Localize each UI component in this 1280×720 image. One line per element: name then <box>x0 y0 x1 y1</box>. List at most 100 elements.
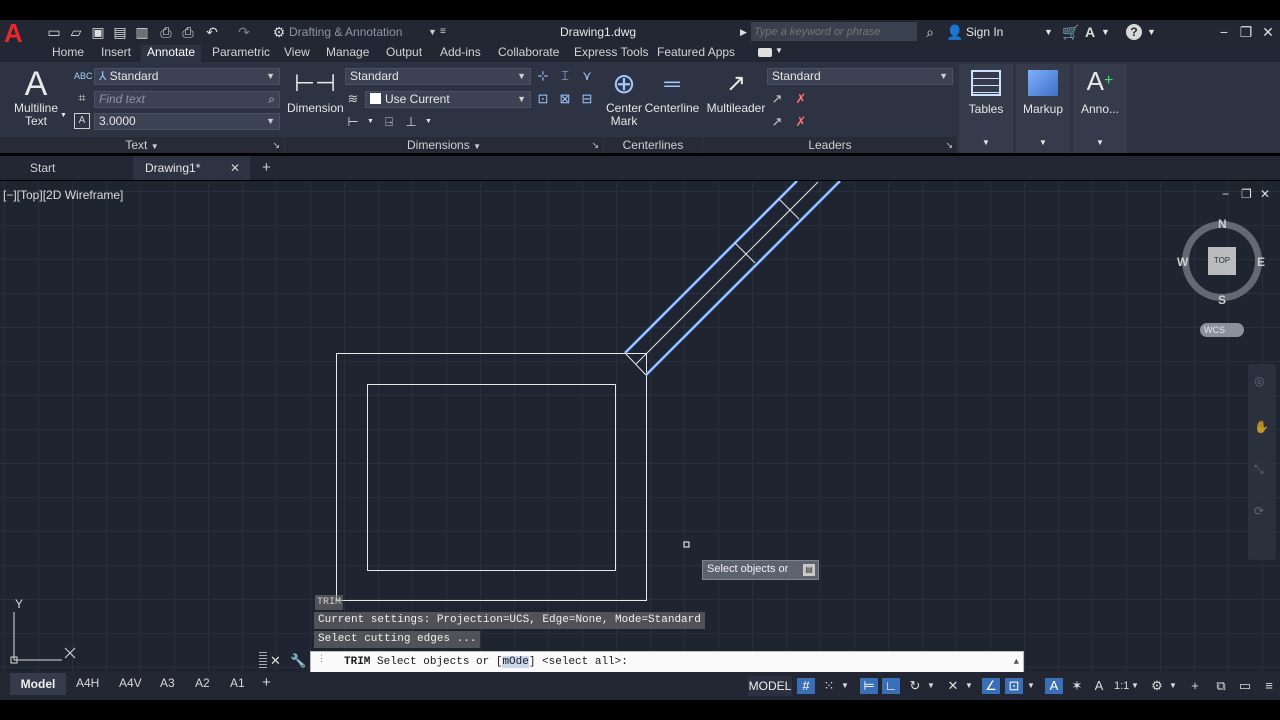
align-leader-icon[interactable]: ↗ <box>769 114 785 130</box>
minimize-icon[interactable]: − <box>1216 24 1232 40</box>
wcs-menu[interactable]: WCS <box>1200 323 1244 337</box>
find-text-field[interactable]: Find text ⌕ <box>94 91 280 108</box>
pan-hand-icon[interactable]: ✋ <box>1254 420 1269 434</box>
undo-icon[interactable]: ↶ <box>204 24 220 40</box>
steering-wheel-icon[interactable]: ◎ <box>1254 374 1264 388</box>
close-icon[interactable]: ✕ <box>1260 24 1276 40</box>
dimension-button[interactable]: ⊢⊣ Dimension <box>287 66 344 115</box>
text-height-select[interactable]: 3.0000 ▼ <box>94 113 280 130</box>
dim-tool-2-icon[interactable]: ⌶ <box>557 68 573 84</box>
save-as-icon[interactable]: ▤ <box>112 24 128 40</box>
multileader-button[interactable]: ↗ Multileader <box>705 66 767 115</box>
tab-drawing1[interactable]: Drawing1* ✕ <box>133 156 250 180</box>
dim-style-select[interactable]: Standard ▼ <box>345 68 531 85</box>
collect-leader-icon[interactable]: ✗ <box>793 114 809 130</box>
ortho-icon[interactable]: ∟ <box>882 678 900 694</box>
gear-icon[interactable]: ⚙ <box>271 24 287 40</box>
workspace-gear-icon[interactable]: ⚙ <box>1148 678 1166 694</box>
multiline-dropdown-icon[interactable]: ▼ <box>60 112 67 119</box>
restore-icon[interactable]: ❐ <box>1238 24 1254 40</box>
compass-w[interactable]: W <box>1177 255 1188 269</box>
text-height-icon[interactable]: A <box>74 113 90 129</box>
annotation-monitor-icon[interactable]: + <box>1186 678 1204 694</box>
object-snap-chevron-icon[interactable]: ▼ <box>1026 678 1036 694</box>
quick-dim-icon[interactable]: ⍈ <box>381 114 397 130</box>
grid-icon[interactable]: # <box>797 678 815 694</box>
layout-tab-model[interactable]: Model <box>10 673 66 695</box>
new-file-icon[interactable]: ▭ <box>46 24 62 40</box>
compass-n[interactable]: N <box>1218 217 1227 231</box>
annotation-visibility-icon[interactable]: A <box>1045 678 1063 694</box>
workspace-chevron-down-icon[interactable]: ▼ <box>428 23 437 41</box>
leaders-panel-title[interactable]: Leaders ↘ <box>703 137 957 153</box>
tab-view[interactable]: View <box>278 45 316 62</box>
autodesk-a360-icon[interactable]: A <box>1082 24 1098 40</box>
a360-chevron-down-icon[interactable]: ▼ <box>1101 23 1110 41</box>
tab-parametric[interactable]: Parametric <box>206 45 276 62</box>
markup-panel[interactable]: Markup ▼ <box>1016 64 1070 153</box>
polar-tracking-icon[interactable]: ↻ <box>906 678 924 694</box>
ribbon-options-chevron-icon[interactable]: ▼ <box>775 46 783 55</box>
viewcube-top-face[interactable]: TOP <box>1208 247 1236 275</box>
cart-icon[interactable]: 🛒 <box>1062 24 1079 40</box>
layout-tab-a3[interactable]: A3 <box>160 669 175 697</box>
help-chevron-down-icon[interactable]: ▼ <box>1147 23 1156 41</box>
remove-leader-icon[interactable]: ✗ <box>793 91 809 107</box>
command-history-up-icon[interactable]: ▲ <box>1014 652 1019 672</box>
dim-tool-3-icon[interactable]: ⋎ <box>579 68 595 84</box>
tab-output[interactable]: Output <box>380 45 428 62</box>
annotation-scale-value[interactable]: 1:1 <box>1114 672 1129 700</box>
find-text-icon[interactable]: ⌗ <box>74 90 90 106</box>
tab-start[interactable]: Start <box>30 156 55 180</box>
sign-in-link[interactable]: Sign In <box>966 23 1003 41</box>
search-input[interactable] <box>751 22 917 41</box>
qat-menu-icon[interactable]: ≡ <box>440 23 446 41</box>
tab-annotate[interactable]: Annotate <box>141 45 202 62</box>
dimensions-panel-title[interactable]: Dimensions ▼ ↘ <box>285 137 603 153</box>
customization-menu-icon[interactable]: ≡ <box>1260 678 1278 694</box>
tab-manage[interactable]: Manage <box>320 45 375 62</box>
tab-insert[interactable]: Insert <box>95 45 137 62</box>
snap-chevron-icon[interactable]: ▼ <box>840 678 850 694</box>
workspace-dropdown[interactable]: Drafting & Annotation <box>289 23 402 41</box>
isodraft-chevron-icon[interactable]: ▼ <box>964 678 974 694</box>
tab-collaborate[interactable]: Collaborate <box>492 45 565 62</box>
continue-dim-icon[interactable]: ⊢ <box>345 114 361 130</box>
new-tab-plus-icon[interactable]: + <box>262 156 271 180</box>
zoom-extents-icon[interactable]: ⤡ <box>1254 462 1264 477</box>
dim-break-chevron-icon[interactable]: ▼ <box>425 118 432 125</box>
plot-icon[interactable]: ⎙ <box>158 24 174 40</box>
orbit-icon[interactable]: ⟳ <box>1254 504 1264 518</box>
tab-home[interactable]: Home <box>46 45 90 62</box>
check-spelling-icon[interactable]: ABC <box>74 68 93 84</box>
layout-tab-a1[interactable]: A1 <box>230 669 245 697</box>
compass-e[interactable]: E <box>1257 255 1265 269</box>
scale-chevron-icon[interactable]: ▼ <box>1130 678 1140 694</box>
drawing-geometry[interactable] <box>0 181 1280 672</box>
compass-s[interactable]: S <box>1218 293 1226 307</box>
polar-chevron-icon[interactable]: ▼ <box>926 678 936 694</box>
tables-panel[interactable]: Tables ▼ <box>959 64 1013 153</box>
search-icon[interactable]: ⌕ <box>922 24 938 40</box>
text-panel-title[interactable]: Text ▼ ↘ <box>0 137 284 153</box>
ribbon-minimize-icon[interactable] <box>758 48 772 57</box>
inner-rectangle[interactable] <box>367 384 616 571</box>
center-line[interactable] <box>635 181 819 365</box>
dim-tool-5-icon[interactable]: ⊠ <box>557 91 573 107</box>
dim-tool-1-icon[interactable]: ⊹ <box>535 68 551 84</box>
outer-rectangle[interactable] <box>336 353 647 601</box>
continue-dim-chevron-icon[interactable]: ▼ <box>367 118 374 125</box>
chevron-right-icon[interactable]: ▶ <box>740 23 747 41</box>
isodraft-icon[interactable]: ✕ <box>944 678 962 694</box>
dim-tool-6-icon[interactable]: ⊟ <box>579 91 595 107</box>
tab-add-ins[interactable]: Add-ins <box>434 45 487 62</box>
isolate-objects-icon[interactable]: ⧉ <box>1212 678 1230 694</box>
command-option-mode[interactable]: mOde <box>502 656 529 668</box>
tooltip-options-icon[interactable]: ▤ <box>803 564 815 576</box>
help-icon[interactable]: ? <box>1126 24 1142 40</box>
command-recent-icon[interactable]: ⋮ <box>317 649 326 669</box>
center-mark-button[interactable]: ⊕ Center Mark <box>604 66 644 128</box>
centerline-button[interactable]: ═ Centerline <box>644 66 700 115</box>
user-icon[interactable]: 👤 <box>946 24 963 40</box>
publish-icon[interactable]: ▥ <box>134 24 150 40</box>
